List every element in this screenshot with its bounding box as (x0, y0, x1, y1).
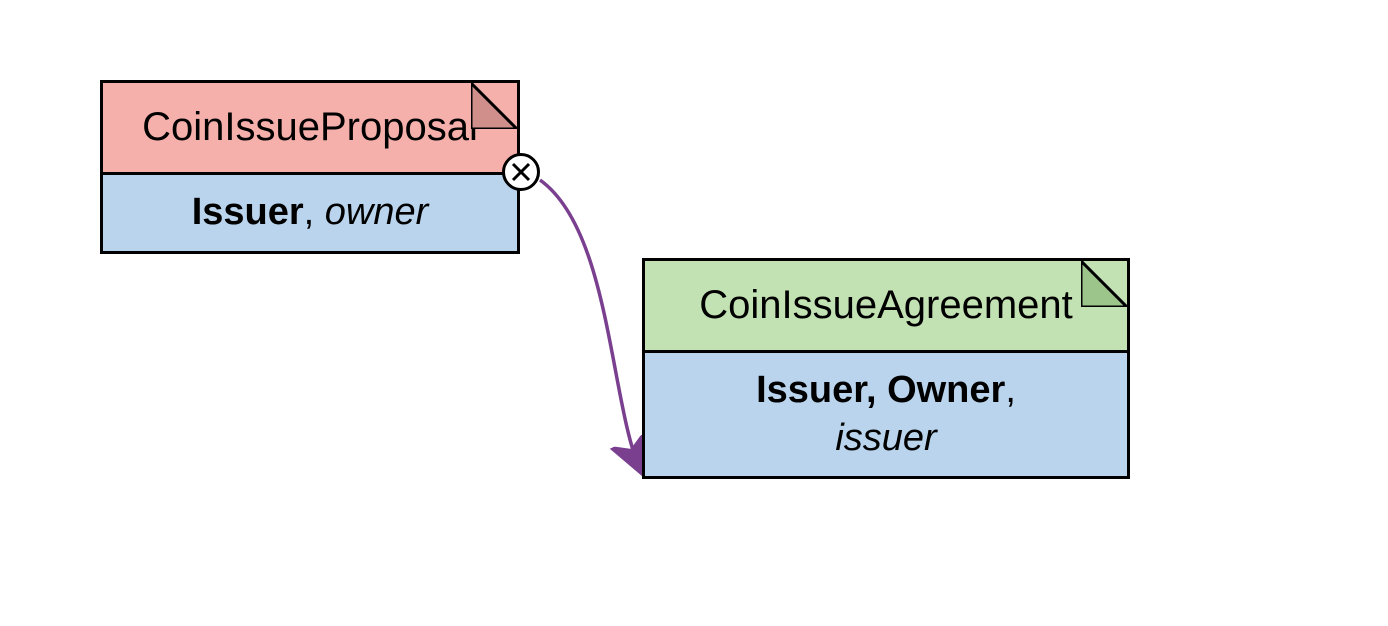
node-coin-issue-agreement: CoinIssueAgreement Issuer, Owner, issuer (642, 258, 1130, 479)
observer-label: owner (325, 191, 429, 233)
node-title: CoinIssueProposal (142, 105, 478, 149)
node-parties: Issuer, Owner, issuer (645, 353, 1127, 476)
page-fold-icon (1081, 261, 1127, 307)
node-title: CoinIssueAgreement (699, 283, 1073, 327)
node-parties: Issuer, owner (103, 175, 517, 251)
page-fold-icon (471, 83, 517, 129)
signatory-label: Issuer (192, 191, 304, 233)
separator: , (1005, 369, 1016, 411)
consuming-choice-icon (502, 153, 540, 191)
signatory-label: Issuer, Owner (756, 369, 1005, 411)
separator: , (304, 191, 325, 233)
node-header: CoinIssueProposal (103, 83, 517, 175)
observer-label: issuer (835, 417, 936, 459)
node-header: CoinIssueAgreement (645, 261, 1127, 353)
node-coin-issue-proposal: CoinIssueProposal Issuer, owner (100, 80, 520, 254)
diagram-canvas: CoinIssueProposal Issuer, owner CoinIssu… (0, 0, 1388, 626)
